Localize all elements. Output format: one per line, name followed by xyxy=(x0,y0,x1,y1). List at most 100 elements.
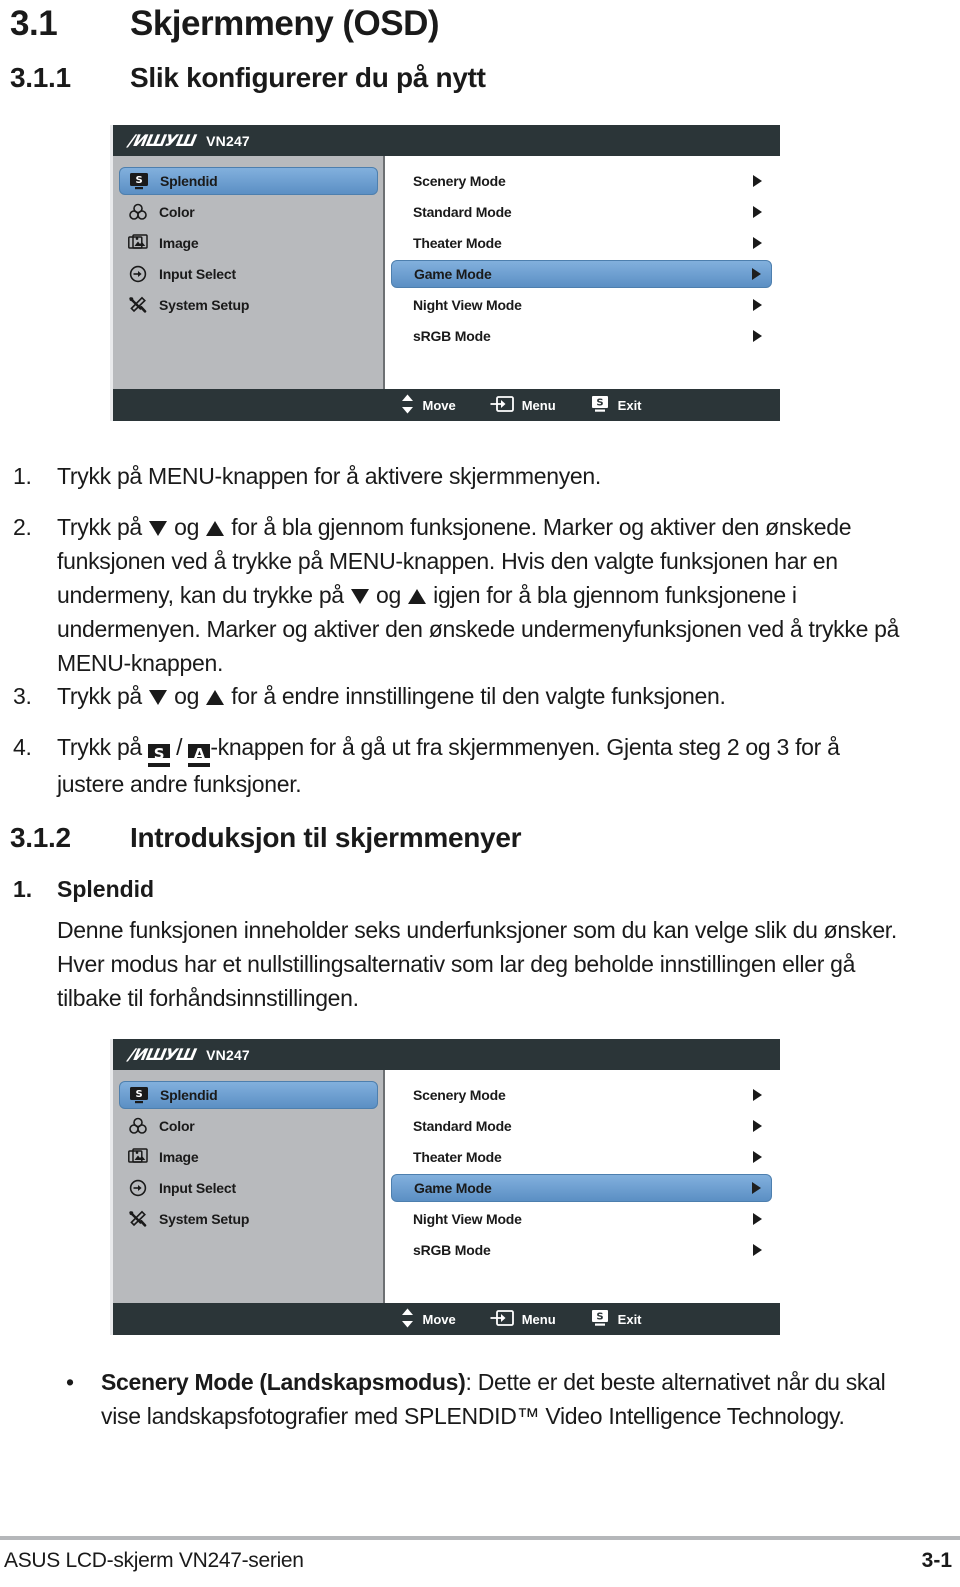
chevron-right-icon xyxy=(753,237,762,249)
subsection-number: 3.1.2 xyxy=(10,822,71,853)
input-arrow-icon xyxy=(127,264,149,284)
chevron-right-icon xyxy=(753,206,762,218)
osd-option-label: Scenery Mode xyxy=(413,1087,506,1103)
step-text: Trykk på MENU-knappen for å aktivere skj… xyxy=(57,463,602,489)
step-4: 4. Trykk på S / A -knappen for å gå ut fr… xyxy=(13,730,912,801)
splendid-list-item: 1. Splendid xyxy=(13,872,154,906)
osd-option-label: Game Mode xyxy=(414,266,492,282)
osd-option-standard-mode[interactable]: Standard Mode xyxy=(391,198,772,226)
osd-sidebar-item-splendid[interactable]: S Splendid xyxy=(119,1081,378,1109)
bullet-term: Scenery Mode (Landskapsmodus) xyxy=(101,1369,466,1395)
osd-footer-move[interactable]: Move xyxy=(401,1308,456,1331)
osd-sidebar: S Splendid Color Image Input Select Syst… xyxy=(113,156,385,389)
chevron-right-icon xyxy=(753,1244,762,1256)
osd-sidebar-item-image[interactable]: Image xyxy=(119,229,378,257)
step-number: 2. xyxy=(13,514,32,540)
osd-option-theater-mode[interactable]: Theater Mode xyxy=(391,1143,772,1171)
osd-footer-menu[interactable]: Menu xyxy=(490,1309,556,1330)
osd-footer-bar: Move Menu S Exit xyxy=(113,1303,780,1335)
keycap-s-icon: S xyxy=(148,744,171,767)
osd-footer-exit[interactable]: S Exit xyxy=(590,395,642,416)
footer-document-title: ASUS LCD-skjerm VN247-serien xyxy=(4,1549,304,1572)
step-number: 1. xyxy=(13,463,32,489)
color-palette-icon xyxy=(127,202,149,222)
osd-sidebar-label: Image xyxy=(159,1149,199,1165)
osd-option-srgb-mode[interactable]: sRGB Mode xyxy=(391,322,772,350)
osd-option-scenery-mode[interactable]: Scenery Mode xyxy=(391,167,772,195)
osd-sidebar-item-system-setup[interactable]: System Setup xyxy=(119,291,378,319)
osd-option-label: Theater Mode xyxy=(413,1149,502,1165)
osd-sidebar-item-color[interactable]: Color xyxy=(119,1112,378,1140)
osd-option-scenery-mode[interactable]: Scenery Mode xyxy=(391,1081,772,1109)
image-picture-icon xyxy=(127,233,149,253)
subsection-title: Introduksjon til skjermmenyer xyxy=(130,822,522,853)
osd-footer-move[interactable]: Move xyxy=(401,394,456,417)
osd-sidebar-item-splendid[interactable]: S Splendid xyxy=(119,167,378,195)
subsection-number: 3.1.1 xyxy=(10,62,71,93)
osd-sidebar-item-system-setup[interactable]: System Setup xyxy=(119,1205,378,1233)
osd-sidebar: S Splendid Color Image Input Select Syst… xyxy=(113,1070,385,1303)
osd-option-label: Scenery Mode xyxy=(413,173,506,189)
step-1: 1. Trykk på MENU-knappen for å aktivere … xyxy=(13,459,912,493)
osd-model-label: VN247 xyxy=(206,1046,250,1063)
osd-titlebar: / ИШУШ VN247 xyxy=(113,125,780,156)
triangle-down-icon xyxy=(149,521,168,536)
osd-sidebar-label: System Setup xyxy=(159,1211,250,1227)
splendid-item-number: 1. xyxy=(13,876,33,902)
osd-option-night-view-mode[interactable]: Night View Mode xyxy=(391,291,772,319)
section-heading-3-1-1: 3.1.1 Slik konfigurerer du på nytt xyxy=(10,62,910,94)
section-heading-3-1-2: 3.1.2 Introduksjon til skjermmenyer xyxy=(10,822,910,854)
section-number: 3.1 xyxy=(10,4,58,43)
chevron-right-icon xyxy=(753,330,762,342)
updown-arrows-icon xyxy=(401,1308,414,1331)
osd-option-srgb-mode[interactable]: sRGB Mode xyxy=(391,1236,772,1264)
osd-footer-label: Move xyxy=(422,1311,456,1327)
triangle-up-icon xyxy=(206,690,225,705)
osd-sidebar-item-input-select[interactable]: Input Select xyxy=(119,1174,378,1202)
osd-sidebar-label: Color xyxy=(159,204,195,220)
osd-sidebar-label: System Setup xyxy=(159,297,250,313)
osd-option-label: sRGB Mode xyxy=(413,1242,491,1258)
osd-sidebar-item-image[interactable]: Image xyxy=(119,1143,378,1171)
osd-option-game-mode[interactable]: Game Mode xyxy=(391,1174,772,1202)
tools-wrench-icon xyxy=(127,295,149,315)
osd-sidebar-item-input-select[interactable]: Input Select xyxy=(119,260,378,288)
chevron-right-icon xyxy=(752,1182,761,1194)
osd-option-label: Night View Mode xyxy=(413,1211,522,1227)
osd-menu-screenshot-bottom: / ИШУШ VN247 S Splendid Color Image Inpu… xyxy=(110,1039,780,1335)
osd-footer-label: Exit xyxy=(617,397,642,413)
triangle-up-icon xyxy=(206,521,225,536)
osd-body: S Splendid Color Image Input Select Syst… xyxy=(113,1070,780,1303)
osd-option-standard-mode[interactable]: Standard Mode xyxy=(391,1112,772,1140)
keycap-a-icon: A xyxy=(188,744,211,767)
osd-option-game-mode[interactable]: Game Mode xyxy=(391,260,772,288)
osd-footer-bar: Move Menu S Exit xyxy=(113,389,780,421)
chevron-right-icon xyxy=(753,175,762,187)
osd-menu-screenshot-top: / ИШУШ VN247 S Splendid Color Image Inpu… xyxy=(110,125,780,421)
chevron-right-icon xyxy=(753,299,762,311)
step-number: 4. xyxy=(13,734,32,760)
color-palette-icon xyxy=(127,1116,149,1136)
menu-enter-icon xyxy=(490,1309,514,1330)
osd-sidebar-label: Image xyxy=(159,235,199,251)
osd-option-theater-mode[interactable]: Theater Mode xyxy=(391,229,772,257)
step-text: Trykk på S / A -knappen for å gå ut fra s… xyxy=(57,734,840,797)
osd-sidebar-label: Input Select xyxy=(159,266,236,282)
osd-sidebar-label: Splendid xyxy=(160,1087,218,1103)
osd-titlebar: / ИШУШ VN247 xyxy=(113,1039,780,1070)
osd-footer-exit[interactable]: S Exit xyxy=(590,1309,642,1330)
svg-text:S: S xyxy=(596,397,603,408)
footer-divider xyxy=(0,1536,960,1540)
chevron-right-icon xyxy=(753,1213,762,1225)
osd-footer-menu[interactable]: Menu xyxy=(490,395,556,416)
osd-option-night-view-mode[interactable]: Night View Mode xyxy=(391,1205,772,1233)
osd-model-label: VN247 xyxy=(206,132,250,149)
osd-footer-label: Move xyxy=(422,397,456,413)
osd-option-label: Standard Mode xyxy=(413,204,512,220)
image-picture-icon xyxy=(127,1147,149,1167)
step-number: 3. xyxy=(13,683,32,709)
osd-option-label: Theater Mode xyxy=(413,235,502,251)
osd-sidebar-label: Color xyxy=(159,1118,195,1134)
step-3: 3. Trykk på og for å endre innstillingen… xyxy=(13,679,912,713)
osd-sidebar-item-color[interactable]: Color xyxy=(119,198,378,226)
